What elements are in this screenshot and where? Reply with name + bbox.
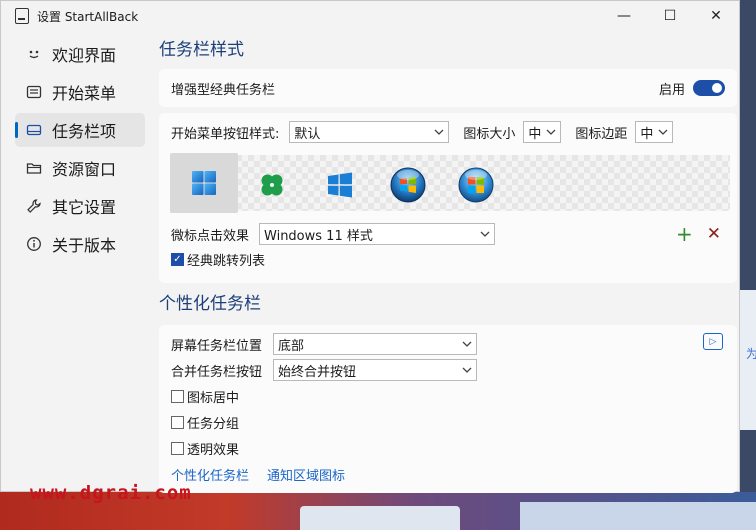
group-checkbox[interactable] (171, 415, 184, 429)
transparent-label: 透明效果 (187, 442, 240, 458)
enhanced-taskbar-card: 增强型经典任务栏 启用 (159, 69, 737, 107)
combine-row: 合并任务栏按钮 始终合并按钮 (171, 357, 725, 383)
taskbar-style-card: 开始菜单按钮样式: 默认 图标大小 中 图标边距 中 微标点击效果 Window… (159, 113, 737, 283)
main-content: 任务栏样式 增强型经典任务栏 启用 开始菜单按钮样式: 默认 图标大小 中 图标… (159, 37, 737, 493)
click-effect-value: Windows 11 样式 (264, 228, 373, 244)
click-effect-row: 微标点击效果 Windows 11 样式 + ✕ (171, 221, 725, 247)
watermark-text: www.dgrai.com (30, 482, 192, 504)
group-row: 任务分组 (171, 409, 725, 435)
personalize-card: ▷ 屏幕任务栏位置 底部 合并任务栏按钮 始终合并按钮 图标居中 任务分组 透明… (159, 325, 737, 493)
combine-label: 合并任务栏按钮 (171, 364, 263, 380)
sidebar-item-about[interactable]: 关于版本 (15, 227, 145, 261)
smile-icon (25, 45, 43, 63)
settings-window: 设置 StartAllBack — ☐ ✕ 欢迎界面 开始菜单 任务栏项 资源窗… (0, 0, 740, 493)
combine-value: 始终合并按钮 (278, 364, 357, 380)
chevron-down-icon (462, 337, 472, 354)
sidebar-item-label: 欢迎界面 (52, 46, 117, 65)
folder-icon (25, 159, 43, 177)
sidebar-item-taskbar[interactable]: 任务栏项 (15, 113, 145, 147)
sidebar-item-start-menu[interactable]: 开始菜单 (15, 75, 145, 109)
center-icons-row: 图标居中 (171, 383, 725, 409)
jumplist-checkbox[interactable]: ✓ (171, 252, 184, 266)
windows-7-orb-icon (390, 167, 426, 203)
sidebar-item-label: 开始菜单 (52, 84, 117, 103)
chevron-down-icon (480, 227, 490, 244)
add-icon-button[interactable]: + (676, 222, 693, 246)
notification-area-icons-link[interactable]: 通知区域图标 (267, 465, 345, 484)
sidebar-item-welcome[interactable]: 欢迎界面 (15, 37, 145, 71)
chevron-down-icon (546, 125, 556, 142)
chevron-down-icon (462, 363, 472, 380)
windows-vista-orb-icon (458, 167, 494, 203)
close-button[interactable]: ✕ (693, 1, 739, 31)
transparent-row: 透明效果 (171, 435, 725, 461)
start-icon-option-clover[interactable] (238, 155, 306, 215)
enable-toggle[interactable] (693, 80, 725, 96)
start-button-style-value: 默认 (294, 126, 321, 142)
window-controls: — ☐ ✕ (601, 1, 739, 31)
chevron-down-icon (658, 125, 668, 142)
background-window-strip (300, 506, 460, 530)
title-bar[interactable]: 设置 StartAllBack — ☐ ✕ (1, 1, 739, 31)
click-effect-label: 微标点击效果 (171, 228, 250, 244)
personalize-taskbar-link[interactable]: 个性化任务栏 (171, 465, 249, 484)
sidebar-item-explorer[interactable]: 资源窗口 (15, 151, 145, 185)
sidebar-item-other-settings[interactable]: 其它设置 (15, 189, 145, 223)
position-value: 底部 (278, 338, 305, 354)
transparent-checkbox[interactable] (171, 441, 184, 455)
icon-size-select[interactable]: 中 (523, 121, 562, 143)
start-icon-option-windows-11[interactable] (170, 153, 238, 213)
info-icon (25, 235, 43, 253)
background-window-strip (520, 502, 756, 530)
center-icons-checkbox[interactable] (171, 389, 184, 403)
section-title-personalize: 个性化任务栏 (159, 294, 261, 314)
start-menu-icon (25, 83, 43, 101)
clover-icon (261, 174, 283, 196)
links-row: 个性化任务栏 通知区域图标 (171, 461, 725, 487)
icon-margin-select[interactable]: 中 (635, 121, 674, 143)
icon-margin-label: 图标边距 (575, 126, 628, 142)
minimize-button[interactable]: — (601, 1, 647, 31)
position-select[interactable]: 底部 (273, 333, 477, 355)
position-row: 屏幕任务栏位置 底部 (171, 331, 725, 357)
combine-select[interactable]: 始终合并按钮 (273, 359, 477, 381)
start-button-style-select[interactable]: 默认 (289, 121, 450, 143)
window-title: 设置 StartAllBack (37, 9, 139, 24)
start-icon-option-windows-7[interactable] (374, 155, 442, 215)
start-button-icon-picker (170, 153, 730, 213)
sidebar-item-label: 关于版本 (52, 236, 117, 255)
icon-size-label: 图标大小 (463, 126, 516, 142)
group-label: 任务分组 (187, 416, 240, 432)
enable-toggle-group: 启用 (659, 79, 725, 98)
start-button-row: 开始菜单按钮样式: 默认 图标大小 中 图标边距 中 (171, 119, 725, 145)
start-icon-option-windows-10[interactable] (306, 155, 374, 215)
sidebar-item-label: 资源窗口 (52, 160, 117, 179)
start-icon-option-windows-vista[interactable] (442, 155, 510, 215)
play-video-icon[interactable]: ▷ (703, 333, 723, 350)
app-icon (15, 8, 29, 24)
center-icons-label: 图标居中 (187, 390, 240, 406)
wrench-icon (25, 197, 43, 215)
desktop-side-text: 为 (746, 347, 756, 361)
click-effect-select[interactable]: Windows 11 样式 (259, 223, 496, 245)
chevron-down-icon (434, 125, 444, 142)
windows-10-logo-icon (328, 172, 352, 198)
start-button-style-label: 开始菜单按钮样式: (171, 126, 280, 142)
sidebar-item-label: 其它设置 (52, 198, 117, 217)
sidebar: 欢迎界面 开始菜单 任务栏项 资源窗口 其它设置 关于版本 (15, 37, 145, 265)
icon-margin-value: 中 (640, 126, 654, 142)
jumplist-label: 经典跳转列表 (187, 253, 266, 269)
position-label: 屏幕任务栏位置 (171, 338, 263, 354)
windows-11-logo-icon (192, 171, 216, 195)
jumplist-row: ✓ 经典跳转列表 (171, 247, 725, 271)
taskbar-icon (25, 121, 43, 139)
sidebar-item-label: 任务栏项 (52, 122, 117, 141)
maximize-button[interactable]: ☐ (647, 1, 693, 31)
enable-label: 启用 (658, 82, 685, 98)
section-title-taskbar-style: 任务栏样式 (159, 40, 244, 60)
icon-size-value: 中 (528, 126, 542, 142)
remove-icon-button[interactable]: ✕ (707, 224, 721, 244)
enhanced-taskbar-label: 增强型经典任务栏 (171, 82, 276, 98)
